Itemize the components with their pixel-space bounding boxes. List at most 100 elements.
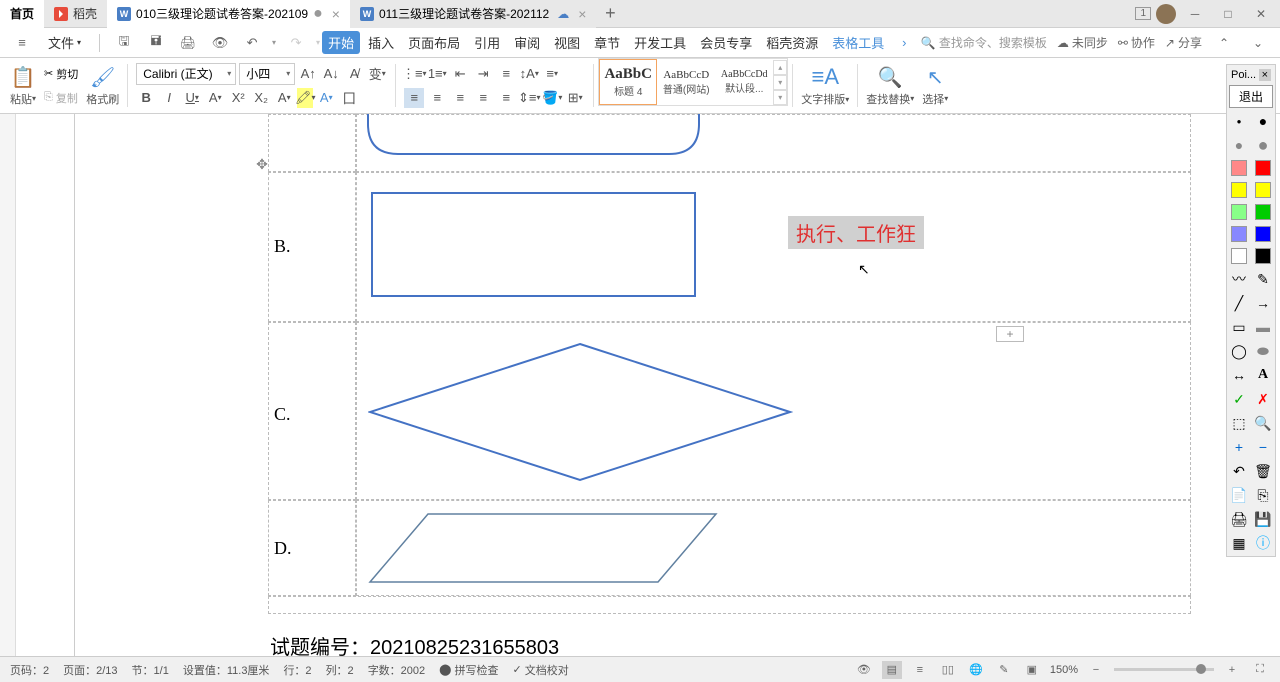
clear-format-icon[interactable]: A̸ bbox=[344, 64, 364, 84]
tab-doc-2[interactable]: W 011三级理论题试卷答案-202112 ☁ × bbox=[350, 0, 596, 28]
diamond-shape[interactable] bbox=[368, 342, 793, 482]
eye-icon[interactable]: 👁 bbox=[854, 661, 874, 679]
menu-table-tools[interactable]: 表格工具 bbox=[826, 31, 890, 54]
color-lightred[interactable] bbox=[1231, 160, 1247, 176]
undo-icon[interactable]: ↶ bbox=[240, 31, 264, 55]
status-page-no[interactable]: 页码：2 bbox=[10, 662, 49, 678]
style-normal-web[interactable]: AaBbCcD 普通(网站) bbox=[657, 59, 715, 105]
bold-button[interactable]: B bbox=[136, 88, 156, 108]
ellipse-outline-icon[interactable]: ◯ bbox=[1230, 342, 1248, 360]
superscript-button[interactable]: X² bbox=[228, 88, 248, 108]
italic-button[interactable]: I bbox=[159, 88, 179, 108]
menu-start[interactable]: 开始 bbox=[322, 31, 360, 54]
copy-tool-icon[interactable]: ⎘ bbox=[1254, 486, 1272, 504]
curve-tool-icon[interactable]: 〰 bbox=[1230, 270, 1248, 288]
more-menus-icon[interactable]: › bbox=[892, 31, 916, 55]
hamburger-icon[interactable]: ≡ bbox=[10, 31, 34, 55]
zoom-out-button[interactable]: − bbox=[1086, 661, 1106, 679]
toolbox-exit-button[interactable]: 退出 bbox=[1229, 85, 1273, 108]
arrow-tool-icon[interactable]: → bbox=[1254, 294, 1272, 312]
circle-large-icon[interactable]: ● bbox=[1254, 136, 1272, 154]
menu-vip[interactable]: 会员专享 bbox=[694, 31, 758, 54]
fullscreen-icon[interactable]: ⛶ bbox=[1250, 661, 1270, 679]
document-page[interactable]: ✥ B. 执行、工作狂 ↖ + C. D. 试题编号：202108 bbox=[16, 114, 1280, 656]
sync-status[interactable]: ☁未同步 bbox=[1057, 34, 1108, 51]
align-right-button[interactable]: ≡ bbox=[450, 88, 470, 108]
increase-font-icon[interactable]: A↑ bbox=[298, 64, 318, 84]
print-preview-icon[interactable]: 👁 bbox=[208, 31, 232, 55]
outline-view-icon[interactable]: ≡ bbox=[910, 661, 930, 679]
save-tool-icon[interactable]: 💾 bbox=[1254, 510, 1272, 528]
status-doccheck[interactable]: ✓文档校对 bbox=[512, 662, 568, 678]
web-layout-icon[interactable]: 🌐 bbox=[966, 661, 986, 679]
color-orange[interactable] bbox=[1255, 182, 1271, 198]
pointer-toolbox[interactable]: Poi... × 退出 ● ● ● ● 〰✎ ╱→ ▭▬ ◯⬬ ↔A ✓✗ ⬚🔍… bbox=[1226, 64, 1276, 557]
char-border-button[interactable]: 囗 bbox=[339, 88, 359, 108]
cross-icon[interactable]: ✗ bbox=[1254, 390, 1272, 408]
font-color-button[interactable]: A▾ bbox=[316, 88, 336, 108]
text-tool-icon[interactable]: A bbox=[1254, 366, 1272, 384]
color-black[interactable] bbox=[1255, 248, 1271, 264]
highlight-button[interactable]: 🖍▾ bbox=[297, 88, 313, 108]
underline-button[interactable]: U▾ bbox=[182, 88, 202, 108]
circle-small-icon[interactable]: ● bbox=[1230, 136, 1248, 154]
status-section[interactable]: 节：1/1 bbox=[132, 662, 169, 678]
search-commands[interactable]: 🔍 查找命令、搜索模板 bbox=[921, 34, 1047, 51]
menu-review[interactable]: 审阅 bbox=[508, 31, 546, 54]
toolbox-close-icon[interactable]: × bbox=[1259, 69, 1271, 81]
color-white[interactable] bbox=[1231, 248, 1247, 264]
undo-tool-icon[interactable]: ↶ bbox=[1230, 462, 1248, 480]
save-as-icon[interactable]: 🖬 bbox=[144, 31, 168, 55]
status-words[interactable]: 字数：2002 bbox=[368, 662, 425, 678]
menu-insert[interactable]: 插入 bbox=[362, 31, 400, 54]
status-spellcheck[interactable]: ⬤拼写检查 bbox=[439, 662, 498, 678]
phonetic-guide-icon[interactable]: 变▾ bbox=[367, 64, 387, 84]
tab-close-icon[interactable]: × bbox=[332, 6, 340, 22]
edit-mode-icon[interactable]: ✎ bbox=[994, 661, 1014, 679]
minus-icon[interactable]: − bbox=[1254, 438, 1272, 456]
double-arrow-icon[interactable]: ↔ bbox=[1230, 366, 1248, 384]
annotation-text[interactable]: 执行、工作狂 bbox=[788, 216, 924, 249]
rectangle-shape[interactable] bbox=[371, 192, 696, 297]
numbering-button[interactable]: 1≡▾ bbox=[427, 64, 447, 84]
zoom-level[interactable]: 150% bbox=[1050, 664, 1078, 676]
line-tool-icon[interactable]: ╱ bbox=[1230, 294, 1248, 312]
color-blue[interactable] bbox=[1255, 226, 1271, 242]
color-lightblue[interactable] bbox=[1231, 226, 1247, 242]
print-tool-icon[interactable]: 🖨 bbox=[1230, 510, 1248, 528]
outline-button[interactable]: ≡ bbox=[496, 64, 516, 84]
collapse-ribbon-icon[interactable]: ⌃ bbox=[1212, 31, 1236, 55]
select-button[interactable]: ↖ 选择▾ bbox=[918, 58, 952, 113]
zoom-fit-icon[interactable]: ▣ bbox=[1022, 661, 1042, 679]
user-avatar[interactable] bbox=[1156, 4, 1176, 24]
font-size-select[interactable]: 小四▾ bbox=[239, 63, 295, 85]
print-icon[interactable]: 🖨 bbox=[176, 31, 200, 55]
table-cell[interactable] bbox=[268, 596, 1191, 614]
info-icon[interactable]: ⓘ bbox=[1254, 534, 1272, 552]
add-tab-button[interactable]: + bbox=[596, 3, 624, 24]
zoom-in-button[interactable]: + bbox=[1222, 661, 1242, 679]
text-direction-button[interactable]: ↕A▾ bbox=[519, 64, 539, 84]
tab-doke[interactable]: 稻壳 bbox=[44, 0, 107, 28]
copy-button[interactable]: ⎘复制 bbox=[44, 86, 78, 110]
notification-badge[interactable]: 1 bbox=[1135, 7, 1151, 20]
file-menu[interactable]: 文件▾ bbox=[42, 31, 87, 54]
find-replace-button[interactable]: 🔍 查找替换▾ bbox=[862, 58, 918, 113]
color-lightgreen[interactable] bbox=[1231, 204, 1247, 220]
align-justify-button[interactable]: ≡ bbox=[473, 88, 493, 108]
zoom-slider[interactable] bbox=[1114, 668, 1214, 671]
maximize-button[interactable]: □ bbox=[1214, 4, 1242, 24]
tab-home[interactable]: 首页 bbox=[0, 0, 44, 28]
color-green[interactable] bbox=[1255, 204, 1271, 220]
shading-button[interactable]: 🪣▾ bbox=[542, 88, 562, 108]
redo-icon[interactable]: ↷ bbox=[284, 31, 308, 55]
status-col[interactable]: 列：2 bbox=[326, 662, 354, 678]
vertical-ruler[interactable] bbox=[0, 114, 16, 656]
decrease-indent-button[interactable]: ⇤ bbox=[450, 64, 470, 84]
tab-doc-1[interactable]: W 010三级理论题试卷答案-202109 ● × bbox=[107, 0, 350, 28]
collab-button[interactable]: ⚯协作 bbox=[1118, 34, 1155, 51]
check-icon[interactable]: ✓ bbox=[1230, 390, 1248, 408]
menu-view[interactable]: 视图 bbox=[548, 31, 586, 54]
status-position[interactable]: 设置值：11.3厘米 bbox=[183, 662, 270, 678]
bullets-button[interactable]: ⋮≡▾ bbox=[404, 64, 424, 84]
